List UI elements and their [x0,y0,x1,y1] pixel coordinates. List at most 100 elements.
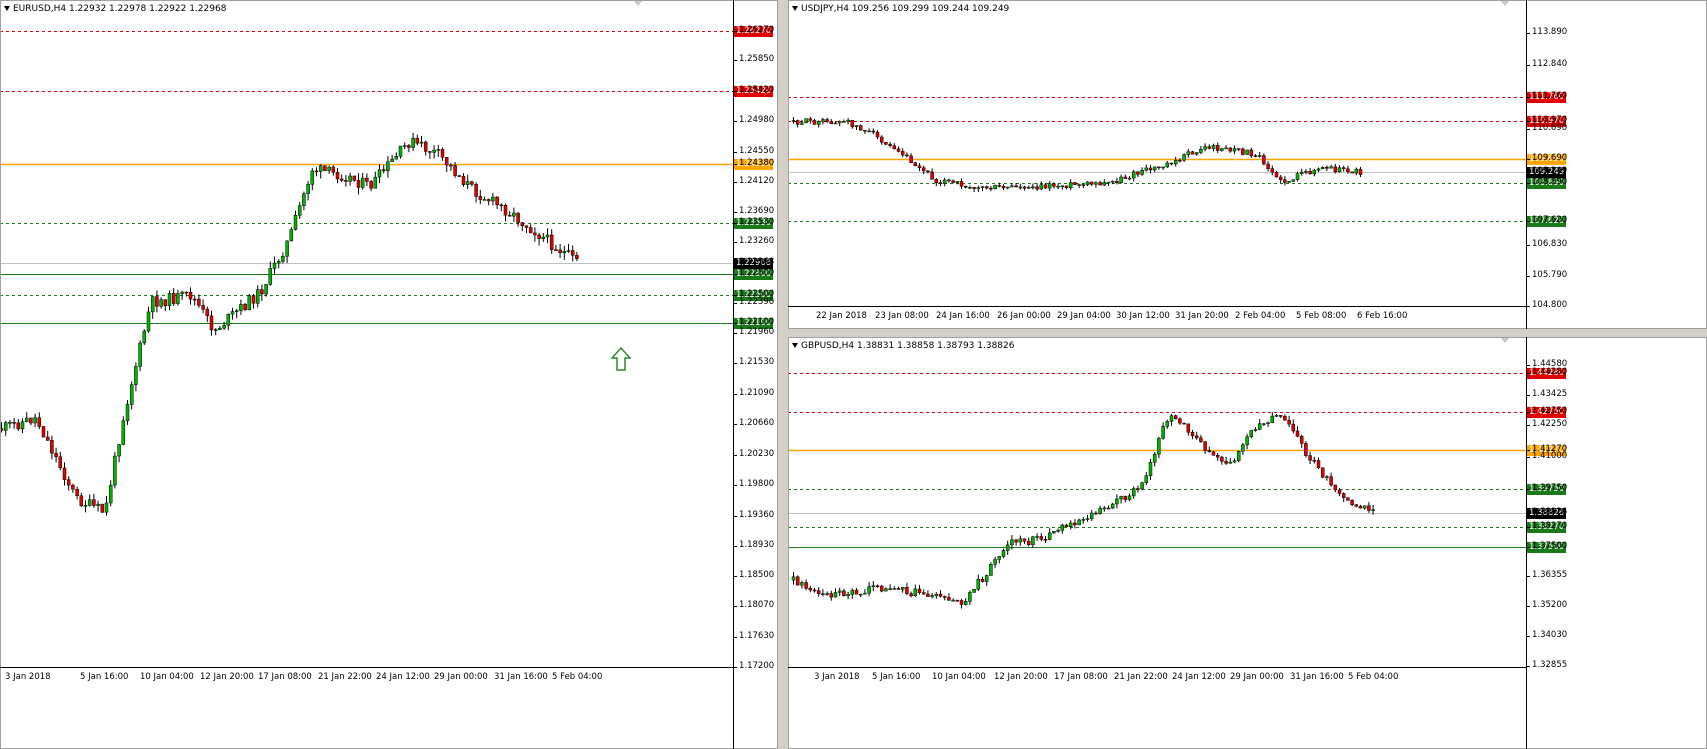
candle-body [520,222,525,226]
candle-body [533,232,537,236]
candle-body [491,196,495,202]
candle-body [1329,476,1333,486]
candle-body [512,212,516,217]
candle-body [955,181,960,183]
candle-body [1203,441,1207,451]
candle-body [808,588,813,591]
candle-body [255,289,260,304]
candle-body [871,585,876,588]
candle-body [1257,155,1262,157]
candle-body [1283,416,1287,421]
candle-body [1001,550,1006,557]
dropdown-triangle-icon[interactable] [792,6,798,11]
candle-body [825,119,829,122]
time-axis[interactable] [0,667,733,668]
candle-body [1245,149,1249,155]
candle-body [1005,544,1010,551]
candle-body [432,149,436,153]
up-arrow-icon[interactable] [611,347,631,371]
price-axis[interactable] [1526,337,1527,749]
candle-body [1350,500,1354,505]
one-click-trading-toggle-icon[interactable] [633,0,643,6]
candle-body [1341,167,1346,170]
candle-body [1010,539,1014,546]
time-axis[interactable] [788,306,1526,307]
candle-body [917,588,922,593]
candle-body [1220,148,1224,151]
price-tick [1526,245,1530,246]
candle-body [1157,438,1161,455]
candle-body [963,601,968,605]
candle-body [1089,181,1094,185]
candle-body [905,587,909,594]
candle-body [1068,522,1073,528]
candle-body [858,593,863,596]
candle-body [1291,423,1296,432]
candle-body [909,593,913,597]
candle-body [1043,184,1048,189]
candle-body [1178,418,1182,424]
dropdown-triangle-icon[interactable] [792,343,798,348]
time-tick-label: 31 Jan 20:00 [1175,311,1229,321]
candle-body [470,181,474,185]
price-tick-label: 1.20660 [739,418,775,428]
candle-body [1140,482,1144,490]
chart-window-usdjpy[interactable]: USDJPY,H4 109.256 109.299 109.244 109.24… [788,0,1707,329]
candle-body [327,166,331,171]
price-axis[interactable] [1526,0,1527,329]
price-tick-label: 1.26270 [739,25,775,35]
candle-body [495,196,499,206]
candle-body [1031,186,1035,189]
candle-body [993,559,997,565]
candle-body [8,422,12,424]
candle-body [1047,183,1052,189]
candle-body [1207,450,1212,452]
price-tick [733,182,737,183]
price-tick [733,303,737,304]
candle-body [1346,168,1350,173]
price-chart-gbpusd[interactable] [788,337,1707,749]
chart-window-gbpusd[interactable]: GBPUSD,H4 1.38831 1.38858 1.38793 1.3882… [788,337,1707,749]
price-chart-usdjpy[interactable] [788,0,1707,329]
candle-body [1022,538,1027,542]
candle-body [1278,415,1283,417]
candle-body [1253,429,1258,431]
price-tick [1526,636,1530,637]
candle-body [66,479,71,486]
time-tick-label: 24 Jan 16:00 [936,311,990,321]
candle-body [968,592,972,602]
price-tick [733,295,737,296]
candle-body [1278,176,1283,180]
candle-body [1299,171,1304,174]
price-chart-eurusd[interactable] [0,0,778,749]
candle-body [1165,162,1170,168]
candle-body [331,166,336,173]
candle-body [1337,489,1342,494]
candle-body [1102,507,1107,510]
vertical-splitter[interactable] [778,0,788,749]
one-click-trading-toggle-icon[interactable] [1500,0,1510,6]
price-tick [1526,33,1530,34]
price-tick-label: 1.42750 [1532,406,1568,416]
candle-body [795,576,800,586]
candle-body [1358,168,1363,175]
candle-body [917,165,922,168]
candle-body [1161,166,1165,169]
candle-body [323,165,327,171]
candle-body [37,417,42,427]
time-axis[interactable] [788,667,1526,668]
candle-body [863,592,867,595]
candle-body [478,196,483,200]
candle-body [20,421,25,430]
chart-window-eurusd[interactable]: EURUSD,H4 1.22932 1.22978 1.22922 1.2296… [0,0,778,749]
time-tick-label: 29 Jan 04:00 [1057,311,1111,321]
price-tick [1526,129,1530,130]
price-tick-label: 1.39750 [1532,483,1568,493]
time-tick-label: 24 Jan 12:00 [376,672,430,682]
horizontal-splitter[interactable] [788,329,1707,337]
one-click-trading-toggle-icon[interactable] [1500,337,1510,343]
candle-body [205,309,210,317]
candle-body [1367,505,1371,511]
candle-body [896,588,901,590]
dropdown-triangle-icon[interactable] [4,6,10,11]
